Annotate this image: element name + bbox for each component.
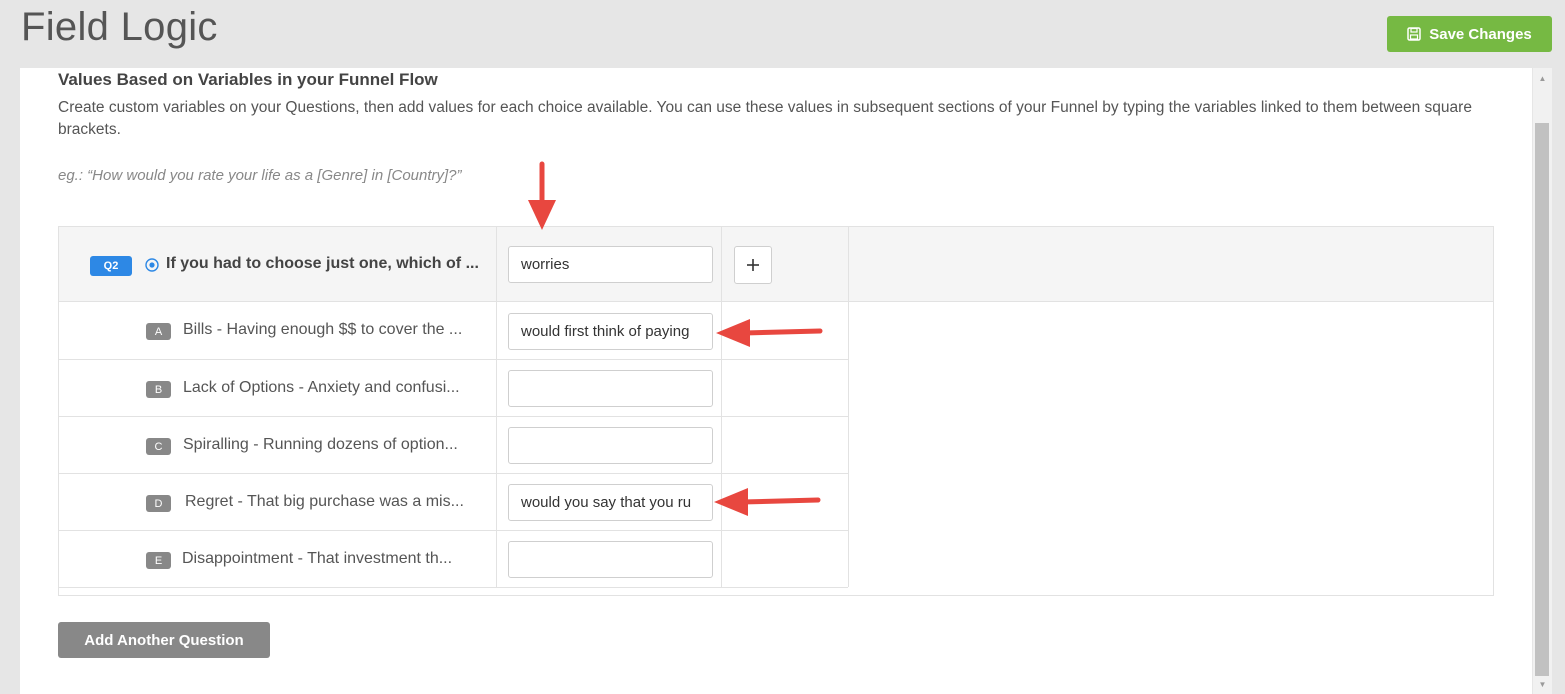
- choice-badge: A: [146, 323, 171, 340]
- choice-row: E Disappointment - That investment th...: [59, 530, 848, 588]
- choice-value-input[interactable]: [508, 541, 713, 578]
- page-title: Field Logic: [21, 5, 218, 49]
- choice-value-input[interactable]: [508, 427, 713, 464]
- choice-badge: D: [146, 495, 171, 512]
- choice-row: B Lack of Options - Anxiety and confusi.…: [59, 359, 848, 417]
- scroll-down-icon[interactable]: ▼: [1533, 676, 1552, 692]
- choice-badge: E: [146, 552, 171, 569]
- column-divider: [848, 227, 849, 587]
- section-heading: Values Based on Variables in your Funnel…: [58, 70, 438, 89]
- choice-value-input[interactable]: [508, 370, 713, 407]
- annotation-arrow-left-icon: [714, 488, 821, 516]
- choice-text: Disappointment - That investment th...: [182, 550, 453, 567]
- choice-badge: C: [146, 438, 171, 455]
- choice-text: Spiralling - Running dozens of option...: [183, 436, 458, 453]
- choice-value-input[interactable]: [508, 484, 713, 521]
- plus-icon: [747, 259, 759, 271]
- add-variable-button[interactable]: [734, 246, 772, 284]
- choice-row: C Spiralling - Running dozens of option.…: [59, 416, 848, 474]
- save-changes-label: Save Changes: [1429, 25, 1532, 43]
- radio-button-icon: [145, 258, 159, 272]
- example-text: eg.: “How would you rate your life as a …: [58, 167, 462, 184]
- variable-name-input[interactable]: [508, 246, 713, 283]
- question-text: If you had to choose just one, which of …: [166, 255, 479, 272]
- floppy-disk-icon: [1407, 27, 1421, 41]
- question-row: Q2 If you had to choose just one, which …: [59, 227, 1493, 302]
- scroll-up-icon[interactable]: ▲: [1533, 70, 1552, 86]
- choice-value-input[interactable]: [508, 313, 713, 350]
- scrollbar-thumb[interactable]: [1535, 123, 1549, 676]
- choice-badge: B: [146, 381, 171, 398]
- choice-text: Bills - Having enough $$ to cover the ..…: [183, 321, 463, 338]
- choice-text: Regret - That big purchase was a mis...: [185, 493, 464, 510]
- choice-text: Lack of Options - Anxiety and confusi...: [183, 379, 460, 396]
- question-badge: Q2: [90, 256, 132, 276]
- annotation-arrow-left-icon: [716, 319, 823, 347]
- section-description: Create custom variables on your Question…: [58, 99, 1472, 138]
- vertical-scrollbar[interactable]: ▲ ▼: [1533, 68, 1552, 694]
- add-another-question-button[interactable]: Add Another Question: [58, 622, 270, 658]
- field-logic-table: Q2 If you had to choose just one, which …: [58, 226, 1494, 596]
- annotation-arrow-down-icon: [528, 161, 556, 230]
- save-changes-button[interactable]: Save Changes: [1387, 16, 1552, 52]
